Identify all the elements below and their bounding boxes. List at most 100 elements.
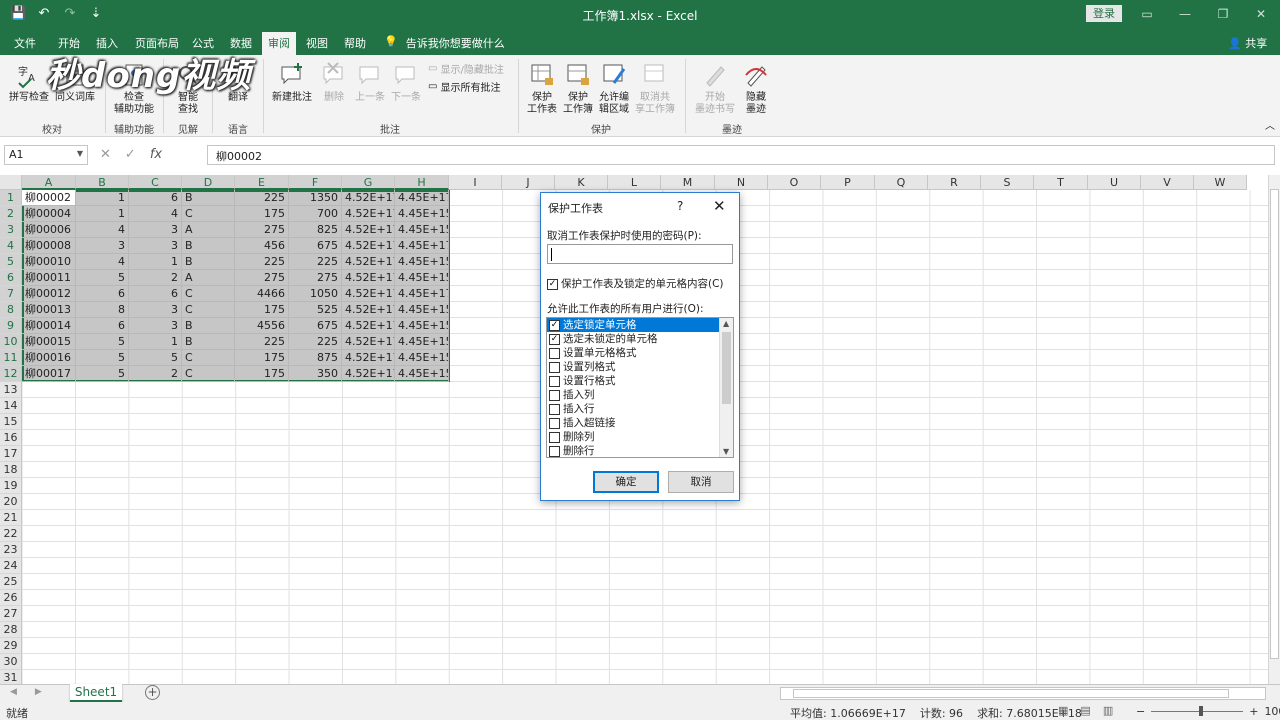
row-header[interactable]: 15 (0, 414, 22, 430)
cell-g9[interactable]: 4.52E+17 (342, 318, 395, 334)
cell-b9[interactable]: 6 (76, 318, 129, 334)
row-header[interactable]: 28 (0, 622, 22, 638)
scroll-up-icon[interactable]: ▲ (723, 319, 729, 328)
cell-g2[interactable]: 4.52E+17 (342, 206, 395, 222)
protect-sheet-button[interactable]: 保护 工作表 (524, 61, 560, 116)
cell-d5[interactable]: B (182, 254, 235, 270)
checkbox-checked-icon[interactable]: ✓ (549, 319, 560, 331)
cell-g6[interactable]: 4.52E+17 (342, 270, 395, 286)
cell-g1[interactable]: 4.52E+17 (342, 190, 395, 206)
row-header[interactable]: 3 (0, 222, 22, 238)
column-header-j[interactable]: J (502, 175, 555, 190)
cell-e8[interactable]: 175 (235, 302, 289, 318)
row-header[interactable]: 17 (0, 446, 22, 462)
cell-a7[interactable]: 柳00012 (22, 286, 76, 302)
list-item[interactable]: 插入超链接 (547, 416, 720, 430)
start-inking-button[interactable]: 开始 墨迹书写 (692, 61, 738, 116)
cell-f8[interactable]: 525 (289, 302, 342, 318)
list-item[interactable]: 插入列 (547, 388, 720, 402)
cell-a5[interactable]: 柳00010 (22, 254, 76, 270)
column-header-e[interactable]: E (235, 175, 289, 190)
cell-h8[interactable]: 4.45E+15 (395, 302, 449, 318)
row-header[interactable]: 29 (0, 638, 22, 654)
cell-a11[interactable]: 柳00016 (22, 350, 76, 366)
column-header-h[interactable]: H (395, 175, 449, 190)
show-hide-comment-button[interactable]: ▭ 显示/隐藏批注 (428, 61, 504, 76)
row-header[interactable]: 25 (0, 574, 22, 590)
minimize-icon[interactable]: — (1166, 0, 1204, 28)
row-header[interactable]: 1 (0, 190, 22, 206)
column-header-o[interactable]: O (768, 175, 821, 190)
chevron-down-icon[interactable]: ▼ (77, 149, 83, 158)
column-header-l[interactable]: L (608, 175, 661, 190)
maximize-icon[interactable]: ❐ (1204, 0, 1242, 28)
cell-f9[interactable]: 675 (289, 318, 342, 334)
row-header[interactable]: 4 (0, 238, 22, 254)
cell-e7[interactable]: 4466 (235, 286, 289, 302)
cell-h11[interactable]: 4.45E+15 (395, 350, 449, 366)
row-header[interactable]: 22 (0, 526, 22, 542)
column-header-d[interactable]: D (182, 175, 235, 190)
cell-c3[interactable]: 3 (129, 222, 182, 238)
list-item[interactable]: 删除行 (547, 444, 720, 457)
new-comment-button[interactable]: 新建批注 (270, 61, 314, 104)
cell-c8[interactable]: 3 (129, 302, 182, 318)
cell-f7[interactable]: 1050 (289, 286, 342, 302)
list-item[interactable]: ✓ 选定未锁定的单元格 (547, 332, 720, 346)
column-header-a[interactable]: A (22, 175, 76, 190)
tab-file[interactable]: 文件 (14, 35, 36, 51)
cell-h3[interactable]: 4.45E+15 (395, 222, 449, 238)
cell-b11[interactable]: 5 (76, 350, 129, 366)
row-header[interactable]: 23 (0, 542, 22, 558)
row-header[interactable]: 27 (0, 606, 22, 622)
cell-d10[interactable]: B (182, 334, 235, 350)
checkbox-unchecked-icon[interactable] (549, 417, 560, 429)
cell-b8[interactable]: 8 (76, 302, 129, 318)
zoom-out-icon[interactable]: − (1136, 705, 1145, 718)
row-header[interactable]: 18 (0, 462, 22, 478)
permissions-list[interactable]: ✓ 选定锁定单元格 ✓ 选定未锁定的单元格 设置单元格格式 设置列格式 设置行格式 插入列 插入… (546, 317, 734, 458)
column-header-r[interactable]: R (928, 175, 981, 190)
cell-g8[interactable]: 4.52E+17 (342, 302, 395, 318)
row-header[interactable]: 8 (0, 302, 22, 318)
cell-h9[interactable]: 4.45E+15 (395, 318, 449, 334)
cell-d12[interactable]: C (182, 366, 235, 382)
row-header[interactable]: 5 (0, 254, 22, 270)
cell-e1[interactable]: 225 (235, 190, 289, 206)
list-item[interactable]: ✓ 选定锁定单元格 (547, 318, 720, 332)
cell-g3[interactable]: 4.52E+17 (342, 222, 395, 238)
row-header[interactable]: 20 (0, 494, 22, 510)
cell-a8[interactable]: 柳00013 (22, 302, 76, 318)
column-header-i[interactable]: I (449, 175, 502, 190)
row-header[interactable]: 21 (0, 510, 22, 526)
row-header[interactable]: 7 (0, 286, 22, 302)
help-icon[interactable]: ? (677, 199, 683, 213)
column-header-n[interactable]: N (715, 175, 768, 190)
allow-edit-ranges-button[interactable]: 允许编 辑区域 (596, 61, 632, 116)
cell-e12[interactable]: 175 (235, 366, 289, 382)
cell-c12[interactable]: 2 (129, 366, 182, 382)
collapse-ribbon-icon[interactable]: ︿ (1264, 121, 1276, 133)
cell-f10[interactable]: 225 (289, 334, 342, 350)
cell-f3[interactable]: 825 (289, 222, 342, 238)
tell-me-box[interactable]: 💡 告诉我你想要做什么 (384, 35, 505, 51)
protect-contents-checkbox[interactable]: ✓ 保护工作表及锁定的单元格内容(C) (547, 276, 724, 291)
name-box[interactable]: A1 ▼ (4, 145, 88, 165)
row-header[interactable]: 26 (0, 590, 22, 606)
list-item[interactable]: 插入行 (547, 402, 720, 416)
cell-e5[interactable]: 225 (235, 254, 289, 270)
page-break-view-icon[interactable]: ▥ (1103, 704, 1113, 717)
cell-c5[interactable]: 1 (129, 254, 182, 270)
column-header-q[interactable]: Q (875, 175, 928, 190)
cell-d3[interactable]: A (182, 222, 235, 238)
cell-d8[interactable]: C (182, 302, 235, 318)
cell-f2[interactable]: 700 (289, 206, 342, 222)
cell-h10[interactable]: 4.45E+15 (395, 334, 449, 350)
cell-c11[interactable]: 5 (129, 350, 182, 366)
checkbox-unchecked-icon[interactable] (549, 347, 560, 359)
select-all-corner[interactable] (0, 175, 22, 190)
cell-a2[interactable]: 柳00004 (22, 206, 76, 222)
cell-c2[interactable]: 4 (129, 206, 182, 222)
cell-c10[interactable]: 1 (129, 334, 182, 350)
cell-f11[interactable]: 875 (289, 350, 342, 366)
